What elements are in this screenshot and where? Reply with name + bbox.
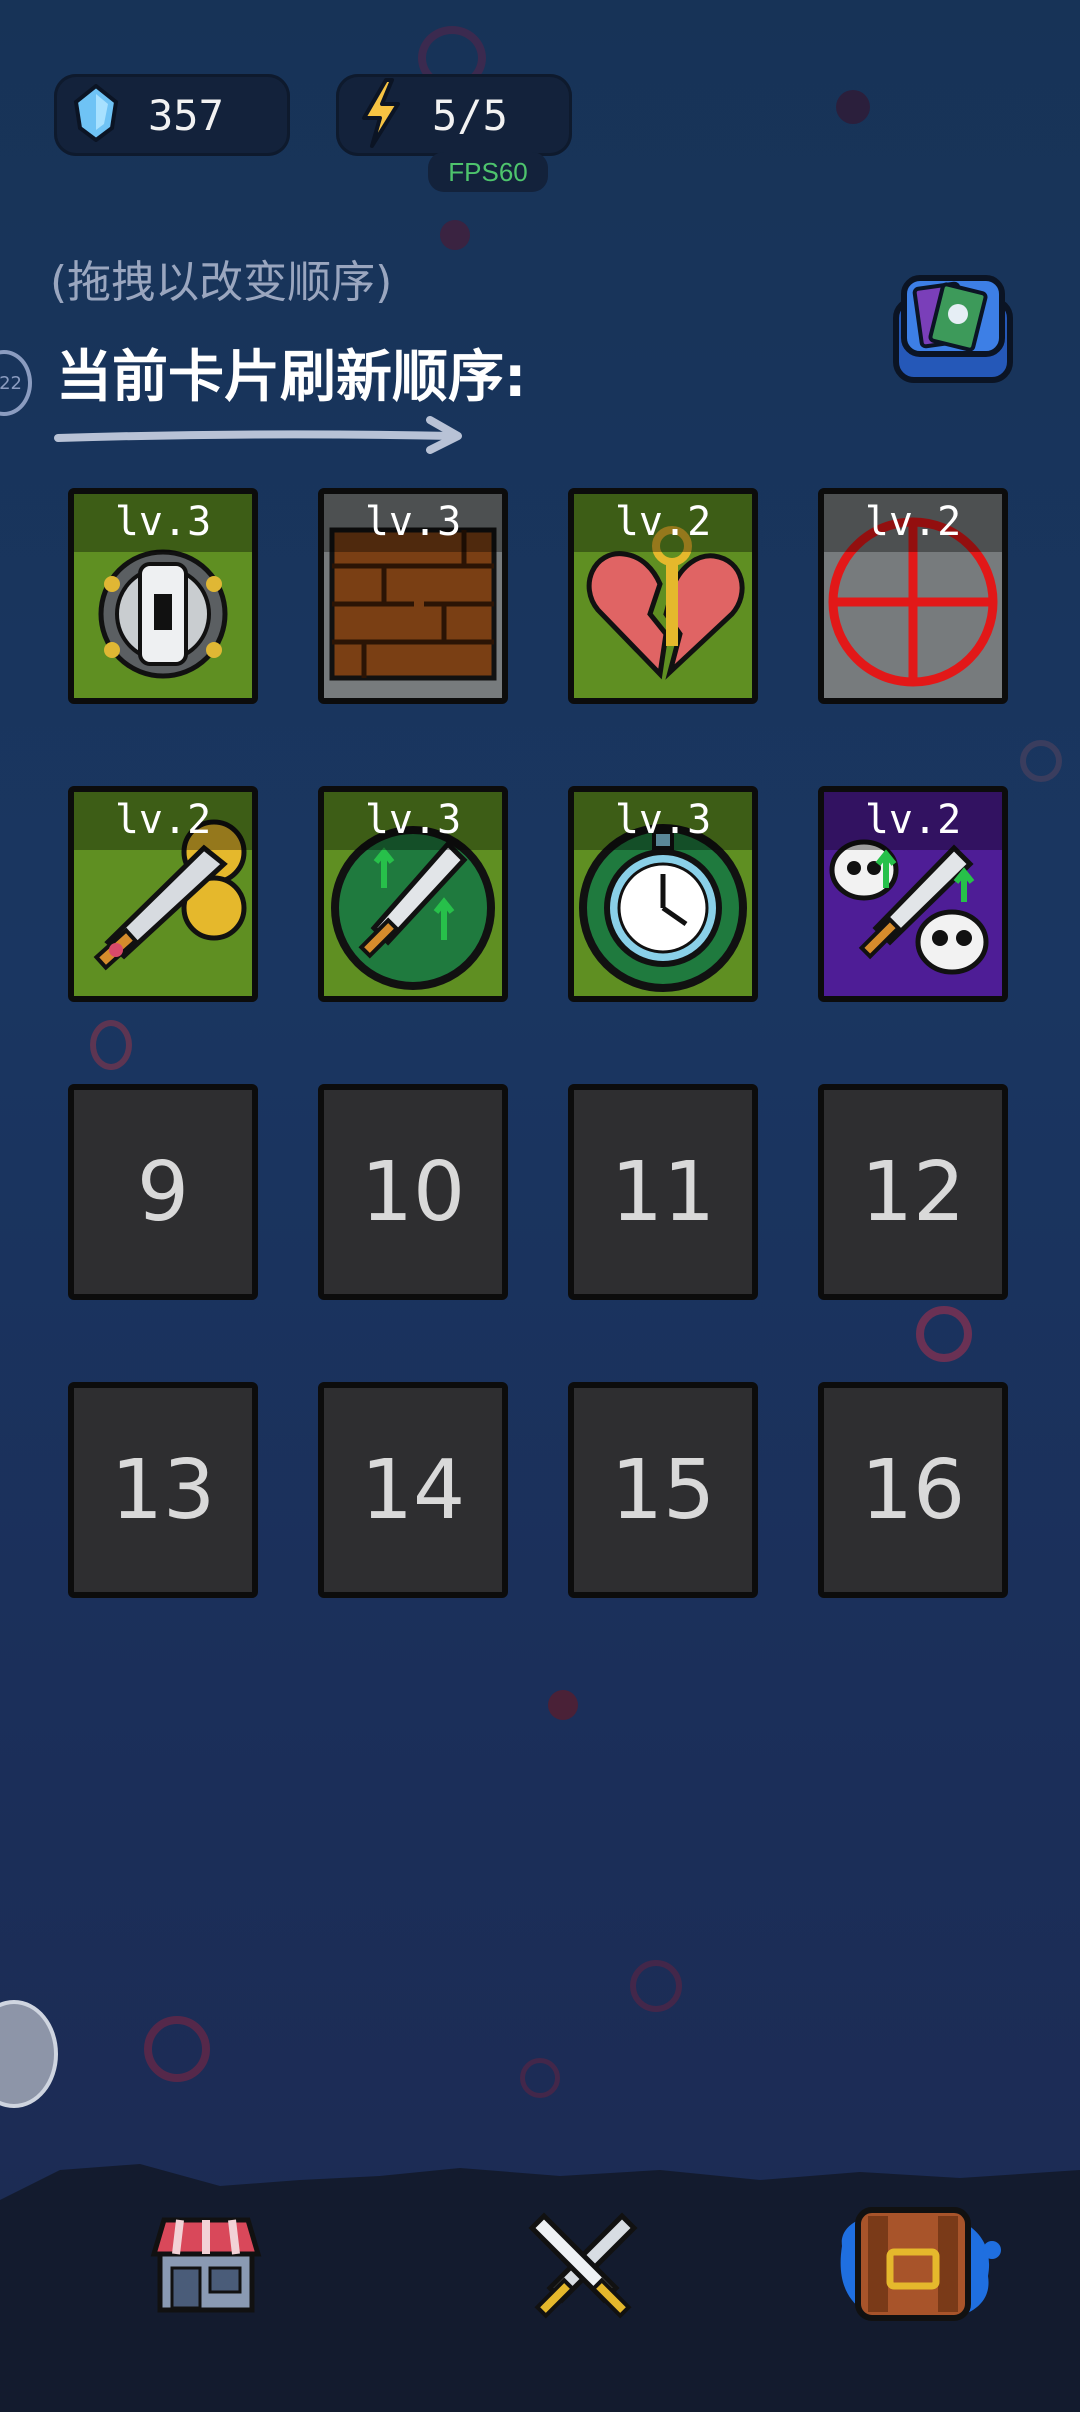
arrow-right-icon bbox=[54, 414, 470, 458]
bg-bubble bbox=[836, 90, 870, 124]
card-stopwatch[interactable]: lv.3 bbox=[568, 786, 758, 1002]
nav-battle[interactable] bbox=[522, 2210, 644, 2320]
card-turret[interactable]: lv.3 bbox=[68, 488, 258, 704]
side-orb-button[interactable] bbox=[0, 2000, 58, 2108]
bg-bubble bbox=[630, 1960, 682, 2012]
shop-icon bbox=[150, 2217, 262, 2313]
nav-shop[interactable] bbox=[148, 2206, 264, 2316]
empty-card-slot[interactable]: 15 bbox=[568, 1382, 758, 1598]
card-level: lv.2 bbox=[74, 792, 252, 850]
empty-card-slot[interactable]: 9 bbox=[68, 1084, 258, 1300]
bg-bubble bbox=[520, 2058, 560, 2098]
empty-card-slot[interactable]: 11 bbox=[568, 1084, 758, 1300]
empty-card-slot[interactable]: 10 bbox=[318, 1084, 508, 1300]
empty-card-slot[interactable]: 14 bbox=[318, 1382, 508, 1598]
card-level: lv.2 bbox=[574, 494, 752, 552]
card-level: lv.3 bbox=[324, 494, 502, 552]
bg-bubble bbox=[90, 1020, 132, 1070]
lightning-icon bbox=[358, 78, 402, 152]
fps-indicator: FPS60 bbox=[428, 152, 548, 192]
nav-backpack[interactable] bbox=[828, 2206, 1004, 2326]
card-deck-button[interactable] bbox=[890, 270, 1016, 386]
card-level: lv.2 bbox=[824, 494, 1002, 552]
card-sword-coins[interactable]: lv.2 bbox=[68, 786, 258, 1002]
card-wooden-wall[interactable]: lv.3 bbox=[318, 488, 508, 704]
empty-card-slot[interactable]: 12 bbox=[818, 1084, 1008, 1300]
crossed-swords-icon bbox=[528, 2212, 638, 2319]
bg-bubble bbox=[144, 2016, 210, 2082]
card-level: lv.2 bbox=[824, 792, 1002, 850]
card-level: lv.3 bbox=[574, 792, 752, 850]
energy-count: 5/5 bbox=[432, 90, 508, 140]
card-broken-heart[interactable]: lv.2 bbox=[568, 488, 758, 704]
empty-card-slot[interactable]: 16 bbox=[818, 1382, 1008, 1598]
bg-bubble bbox=[1020, 740, 1062, 782]
bg-bubble bbox=[440, 220, 470, 250]
card-crosshair[interactable]: lv.2 bbox=[818, 488, 1008, 704]
page-title: 当前卡片刷新顺序: bbox=[56, 345, 527, 410]
energy-counter: 5/5 bbox=[336, 74, 572, 156]
gem-count: 357 bbox=[148, 90, 224, 140]
bg-bubble bbox=[548, 1690, 578, 1720]
card-sword-skulls[interactable]: lv.2 bbox=[818, 786, 1008, 1002]
backpack-icon bbox=[840, 2207, 1001, 2321]
card-sword-upgrade[interactable]: lv.3 bbox=[318, 786, 508, 1002]
empty-card-slot[interactable]: 13 bbox=[68, 1382, 258, 1598]
bg-bubble bbox=[916, 1306, 972, 1362]
side-level-badge[interactable]: 22 bbox=[0, 350, 32, 416]
gem-icon bbox=[72, 83, 120, 146]
card-level: lv.3 bbox=[74, 494, 252, 552]
gem-counter: 357 bbox=[54, 74, 290, 156]
card-level: lv.3 bbox=[324, 792, 502, 850]
drag-hint: (拖拽以改变顺序) bbox=[50, 257, 393, 308]
